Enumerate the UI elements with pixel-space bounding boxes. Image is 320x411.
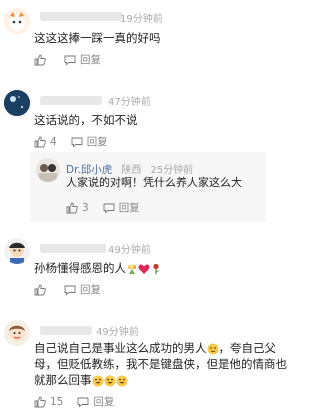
reply-icon xyxy=(64,55,76,65)
reply-label: 回复 xyxy=(86,136,108,148)
night-sky-avatar-icon xyxy=(4,90,30,116)
rose-emoji-icon xyxy=(153,263,159,274)
thumbs-up-icon xyxy=(34,54,46,65)
like-count: 3 xyxy=(82,201,89,214)
reply-icon xyxy=(77,397,89,407)
reply-label: 回复 xyxy=(80,284,101,296)
thumbs-up-icon xyxy=(34,396,46,407)
comment-actions: 回复 xyxy=(34,52,101,67)
reply-label: 回复 xyxy=(80,54,101,66)
like-count: 15 xyxy=(50,395,64,408)
laughing-emoji-icon xyxy=(116,375,127,386)
username-redacted[interactable] xyxy=(40,326,92,335)
avatar[interactable] xyxy=(4,238,30,264)
comment-time: 49分钟前 xyxy=(96,327,139,338)
bouquet-emoji-icon xyxy=(128,263,136,274)
reply-label: 回复 xyxy=(118,202,140,214)
reply-actions: 3 回复 xyxy=(66,200,140,215)
comment-time: 49分钟前 xyxy=(108,245,151,256)
avatar[interactable] xyxy=(4,8,30,34)
like-count: 4 xyxy=(50,135,57,148)
username-redacted[interactable] xyxy=(40,12,122,21)
reply-button[interactable]: 回复 xyxy=(50,282,101,297)
reply-button[interactable]: 回复 xyxy=(57,134,108,149)
laughing-emoji-icon xyxy=(104,375,115,386)
like-button[interactable] xyxy=(34,54,50,66)
comment-text: 这话说的，不如不说 xyxy=(34,113,138,127)
reply-button[interactable]: 回复 xyxy=(89,200,140,215)
reply-label: 回复 xyxy=(93,396,115,408)
comment-text-segment: ，夸自己父 xyxy=(218,341,277,355)
sly-face-emoji-icon xyxy=(207,343,218,354)
comment-text-segment: 自己说自己是事业这么成功的男人 xyxy=(34,341,207,355)
like-button[interactable]: 15 xyxy=(34,396,63,408)
avatar[interactable] xyxy=(36,158,60,182)
comment-text-line-2: 母，但贬低教练，我不是键盘侠，但是他的情商也 xyxy=(34,357,287,371)
thumbs-up-icon xyxy=(66,202,78,213)
comment-actions: 回复 xyxy=(34,282,101,297)
like-button[interactable]: 4 xyxy=(34,136,57,148)
like-button[interactable] xyxy=(34,284,50,296)
comment-text-body: 孙杨懂得感恩的人 xyxy=(34,261,126,275)
avatar[interactable] xyxy=(4,90,30,116)
cartoon-avatar-icon xyxy=(4,8,30,34)
thumbs-up-icon xyxy=(34,284,46,295)
comment-time: 19分钟前 xyxy=(120,14,163,25)
comment-text-segment: 就那么回事 xyxy=(34,373,92,387)
username-redacted[interactable] xyxy=(40,244,106,253)
comment-text: 孙杨懂得感恩的人 xyxy=(34,260,162,276)
reply-icon xyxy=(64,285,76,295)
comment-actions: 4 回复 xyxy=(34,134,108,149)
laughing-emoji-icon xyxy=(92,375,103,386)
reply-icon xyxy=(71,137,83,147)
heart-emoji-icon xyxy=(138,264,150,274)
comment-time: 47分钟前 xyxy=(108,97,151,108)
cartoon-avatar-icon xyxy=(4,238,30,264)
username-redacted[interactable] xyxy=(40,96,102,105)
like-button[interactable]: 3 xyxy=(66,202,89,214)
comment-text-line-3: 就那么回事 xyxy=(34,372,128,388)
thumbs-up-icon xyxy=(34,136,46,147)
comment-text-line-1: 自己说自己是事业这么成功的男人 ，夸自己父 xyxy=(34,340,276,356)
comment-actions: 15 回复 xyxy=(34,394,114,409)
photo-avatar-icon xyxy=(36,158,60,182)
reply-thread: Dr.邱小虎 陕西 25分钟前 人家说的对啊！凭什么养人家这么大 3 回复 xyxy=(30,152,266,222)
reply-icon xyxy=(103,203,115,213)
reply-button[interactable]: 回复 xyxy=(63,394,114,409)
reply-button[interactable]: 回复 xyxy=(50,52,101,67)
cartoon-avatar-icon xyxy=(4,320,30,346)
avatar[interactable] xyxy=(4,320,30,346)
reply-text: 人家说的对啊！凭什么养人家这么大 xyxy=(66,176,242,189)
comment-text: 这这这捧一踩一真的好吗 xyxy=(34,31,161,45)
